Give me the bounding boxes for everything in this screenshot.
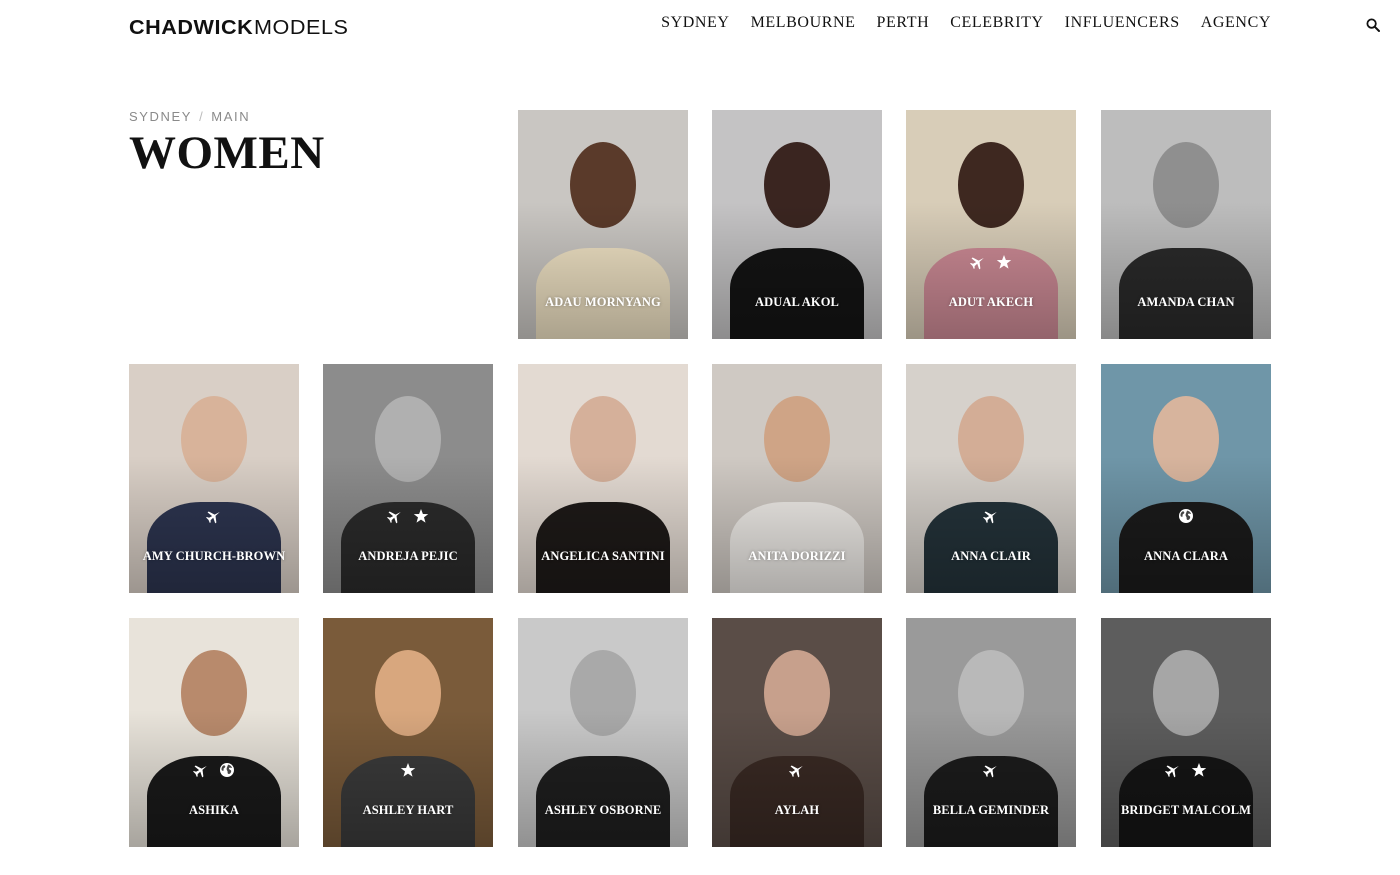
photo-overlay: [906, 201, 1076, 339]
model-badges: [1101, 762, 1271, 778]
model-badges: [906, 508, 1076, 524]
photo-overlay: [518, 201, 688, 339]
plane-icon: [983, 508, 999, 524]
model-card[interactable]: ANNA CLAIR: [906, 364, 1076, 593]
model-card[interactable]: ADUAL AKOL: [712, 110, 882, 339]
photo-overlay: [129, 455, 299, 593]
model-card[interactable]: ADAU MORNYANG: [518, 110, 688, 339]
model-name: ASHIKA: [189, 803, 239, 817]
model-card[interactable]: AMANDA CHAN: [1101, 110, 1271, 339]
photo-overlay: [906, 455, 1076, 593]
plane-icon: [206, 508, 222, 524]
model-card[interactable]: ANITA DORIZZI: [712, 364, 882, 593]
model-badges: [906, 254, 1076, 270]
model-name: ANNA CLARA: [1144, 549, 1228, 563]
model-card[interactable]: ASHLEY OSBORNE: [518, 618, 688, 847]
model-name: AMANDA CHAN: [1137, 295, 1235, 309]
model-card[interactable]: ASHLEY HART: [323, 618, 493, 847]
model-name: AYLAH: [774, 803, 820, 817]
model-name: AMY CHURCH-BROWN: [142, 549, 286, 563]
model-card[interactable]: BRIDGET MALCOLM: [1101, 618, 1271, 847]
model-card[interactable]: AYLAH: [712, 618, 882, 847]
star-icon: [400, 762, 416, 778]
photo-overlay: [712, 455, 882, 593]
model-badges: [323, 762, 493, 778]
model-name: ANITA DORIZZI: [748, 549, 846, 563]
photo-overlay: [712, 709, 882, 847]
model-name: ANDREJA PEJIC: [358, 549, 458, 563]
photo-overlay: [1101, 709, 1271, 847]
photo-overlay: [712, 201, 882, 339]
model-card[interactable]: ANDREJA PEJIC: [323, 364, 493, 593]
model-name: ADAU MORNYANG: [545, 295, 661, 309]
plane-icon: [193, 762, 209, 778]
plane-icon: [387, 508, 403, 524]
model-badges: [323, 508, 493, 524]
model-name: ADUAL AKOL: [754, 295, 839, 309]
photo-overlay: [906, 709, 1076, 847]
plane-icon: [970, 254, 986, 270]
model-name: ANGELICA SANTINI: [541, 549, 665, 563]
model-card[interactable]: ANNA CLARA: [1101, 364, 1271, 593]
photo-overlay: [323, 709, 493, 847]
star-icon: [996, 254, 1012, 270]
photo-overlay: [129, 709, 299, 847]
plane-icon: [1165, 762, 1181, 778]
photo-overlay: [1101, 455, 1271, 593]
model-card[interactable]: BELLA GEMINDER: [906, 618, 1076, 847]
globe-icon: [1178, 508, 1194, 524]
photo-overlay: [1101, 201, 1271, 339]
plane-icon: [789, 762, 805, 778]
model-name: ASHLEY HART: [362, 803, 454, 817]
star-icon: [1191, 762, 1207, 778]
model-badges: [129, 762, 299, 778]
model-badges: [906, 762, 1076, 778]
model-name: ADUT AKECH: [948, 295, 1034, 309]
globe-icon: [219, 762, 235, 778]
photo-overlay: [518, 455, 688, 593]
model-card[interactable]: ADUT AKECH: [906, 110, 1076, 339]
model-name: ASHLEY OSBORNE: [544, 803, 662, 817]
star-icon: [413, 508, 429, 524]
model-card[interactable]: ANGELICA SANTINI: [518, 364, 688, 593]
model-badges: [712, 762, 882, 778]
photo-overlay: [518, 709, 688, 847]
model-card[interactable]: AMY CHURCH-BROWN: [129, 364, 299, 593]
model-name: BRIDGET MALCOLM: [1120, 803, 1252, 817]
plane-icon: [983, 762, 999, 778]
model-name: ANNA CLAIR: [951, 549, 1031, 563]
model-badges: [1101, 508, 1271, 524]
model-badges: [129, 508, 299, 524]
model-card[interactable]: ASHIKA: [129, 618, 299, 847]
model-grid: ADAU MORNYANG ADUAL AKOL ADUT AKECH AMANDA …: [0, 0, 1400, 875]
photo-overlay: [323, 455, 493, 593]
model-name: BELLA GEMINDER: [932, 803, 1050, 817]
